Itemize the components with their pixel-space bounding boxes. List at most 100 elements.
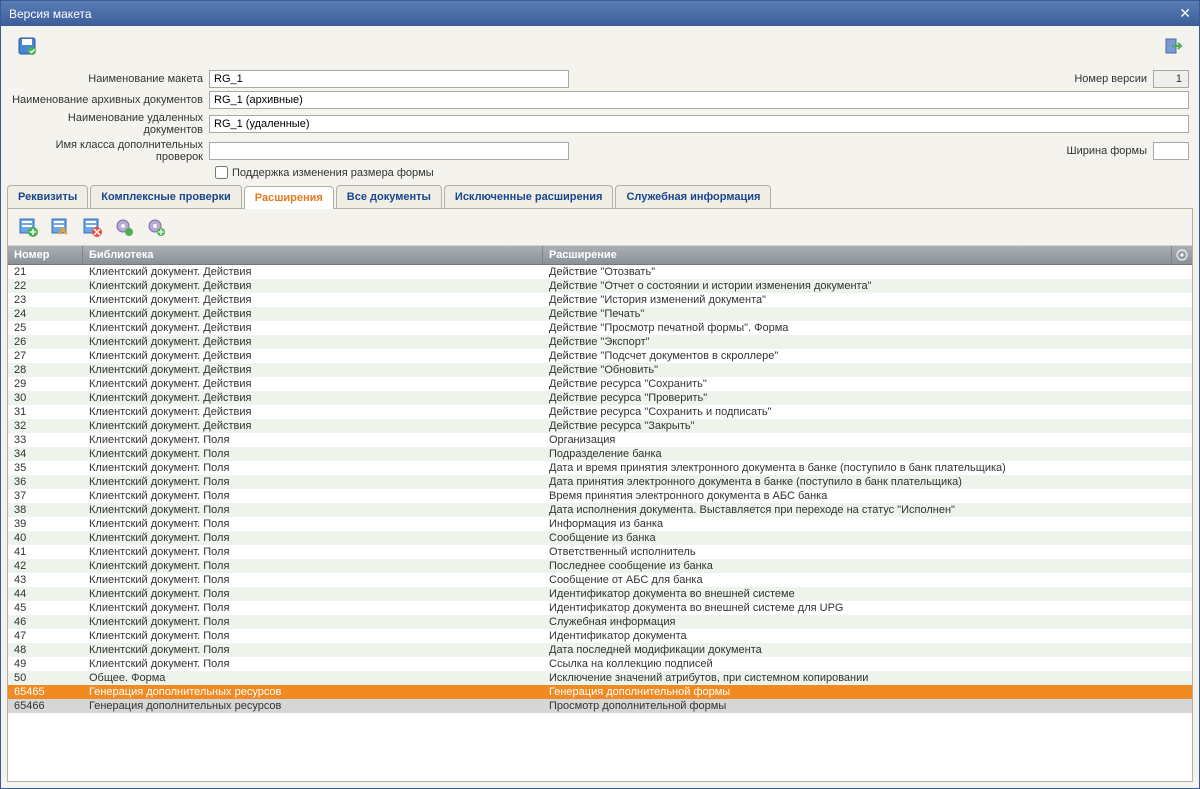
cell-lib: Клиентский документ. Поля xyxy=(83,517,543,531)
cell-ext: Дата и время принятия электронного докум… xyxy=(543,461,1192,475)
table-row[interactable]: 48Клиентский документ. ПоляДата последне… xyxy=(8,643,1192,657)
grid-edit-icon[interactable] xyxy=(48,215,72,239)
exit-icon[interactable] xyxy=(1161,34,1185,58)
table-row[interactable]: 39Клиентский документ. ПоляИнформация из… xyxy=(8,517,1192,531)
table-row[interactable]: 33Клиентский документ. ПоляОрганизация xyxy=(8,433,1192,447)
cell-num: 46 xyxy=(8,615,83,629)
cell-num: 47 xyxy=(8,629,83,643)
table-row[interactable]: 43Клиентский документ. ПоляСообщение от … xyxy=(8,573,1192,587)
table-row[interactable]: 47Клиентский документ. ПоляИдентификатор… xyxy=(8,629,1192,643)
cell-lib: Клиентский документ. Действия xyxy=(83,391,543,405)
table-row[interactable]: 50Общее. ФормаИсключение значений атрибу… xyxy=(8,671,1192,685)
table-row[interactable]: 22Клиентский документ. ДействияДействие … xyxy=(8,279,1192,293)
cell-lib: Клиентский документ. Поля xyxy=(83,573,543,587)
table-row[interactable]: 32Клиентский документ. ДействияДействие … xyxy=(8,419,1192,433)
label-version: Номер версии xyxy=(1074,73,1147,85)
table-row[interactable]: 30Клиентский документ. ДействияДействие … xyxy=(8,391,1192,405)
cell-ext: Ответственный исполнитель xyxy=(543,545,1192,559)
form-area: Наименование макета Номер версии 1 Наиме… xyxy=(1,66,1199,185)
cell-ext: Дата последней модификации документа xyxy=(543,643,1192,657)
table-row[interactable]: 38Клиентский документ. ПоляДата исполнен… xyxy=(8,503,1192,517)
cell-ext: Действие ресурса "Закрыть" xyxy=(543,419,1192,433)
table-row[interactable]: 49Клиентский документ. ПоляСсылка на кол… xyxy=(8,657,1192,671)
label-name: Наименование макета xyxy=(11,73,209,85)
cell-num: 31 xyxy=(8,405,83,419)
cell-ext: Время принятия электронного документа в … xyxy=(543,489,1192,503)
table-row[interactable]: 27Клиентский документ. ДействияДействие … xyxy=(8,349,1192,363)
table-row[interactable]: 45Клиентский документ. ПоляИдентификатор… xyxy=(8,601,1192,615)
grid-delete-icon[interactable] xyxy=(80,215,104,239)
save-icon[interactable] xyxy=(15,34,39,58)
cell-num: 33 xyxy=(8,433,83,447)
tab-extensions[interactable]: Расширения xyxy=(244,186,334,209)
table-row[interactable]: 40Клиентский документ. ПоляСообщение из … xyxy=(8,531,1192,545)
cell-num: 26 xyxy=(8,335,83,349)
table-row[interactable]: 65466Генерация дополнительных ресурсовПр… xyxy=(8,699,1192,713)
table-row[interactable]: 26Клиентский документ. ДействияДействие … xyxy=(8,335,1192,349)
table-row[interactable]: 46Клиентский документ. ПоляСлужебная инф… xyxy=(8,615,1192,629)
tab-excluded-ext[interactable]: Исключенные расширения xyxy=(444,185,614,208)
grid-toolbar xyxy=(8,209,1192,246)
cell-num: 40 xyxy=(8,531,83,545)
tab-service-info[interactable]: Служебная информация xyxy=(615,185,771,208)
width-input[interactable] xyxy=(1153,142,1189,160)
grid-gear2-icon[interactable] xyxy=(144,215,168,239)
cell-ext: Действие "Просмотр печатной формы". Форм… xyxy=(543,321,1192,335)
cell-lib: Клиентский документ. Поля xyxy=(83,461,543,475)
table-row[interactable]: 44Клиентский документ. ПоляИдентификатор… xyxy=(8,587,1192,601)
table-row[interactable]: 37Клиентский документ. ПоляВремя приняти… xyxy=(8,489,1192,503)
cell-lib: Клиентский документ. Поля xyxy=(83,601,543,615)
cell-ext: Действие "Экспорт" xyxy=(543,335,1192,349)
cell-lib: Клиентский документ. Поля xyxy=(83,433,543,447)
cell-num: 38 xyxy=(8,503,83,517)
cell-ext: Дата принятия электронного документа в б… xyxy=(543,475,1192,489)
grid-add-icon[interactable] xyxy=(16,215,40,239)
cell-lib: Генерация дополнительных ресурсов xyxy=(83,699,543,713)
archive-input[interactable] xyxy=(209,91,1189,109)
cell-ext: Исключение значений атрибутов, при систе… xyxy=(543,671,1192,685)
tab-all-docs[interactable]: Все документы xyxy=(336,185,442,208)
cell-num: 50 xyxy=(8,671,83,685)
table-row[interactable]: 31Клиентский документ. ДействияДействие … xyxy=(8,405,1192,419)
tab-complex-checks[interactable]: Комплексные проверки xyxy=(90,185,242,208)
table-row[interactable]: 23Клиентский документ. ДействияДействие … xyxy=(8,293,1192,307)
grid-gear1-icon[interactable] xyxy=(112,215,136,239)
cell-ext: Ссылка на коллекцию подписей xyxy=(543,657,1192,671)
table-row[interactable]: 21Клиентский документ. ДействияДействие … xyxy=(8,265,1192,279)
cell-ext: Действие "Отозвать" xyxy=(543,265,1192,279)
table-row[interactable]: 35Клиентский документ. ПоляДата и время … xyxy=(8,461,1192,475)
name-input[interactable] xyxy=(209,70,569,88)
cell-num: 42 xyxy=(8,559,83,573)
table-row[interactable]: 36Клиентский документ. ПоляДата принятия… xyxy=(8,475,1192,489)
cell-ext: Идентификатор документа xyxy=(543,629,1192,643)
table-row[interactable]: 29Клиентский документ. ДействияДействие … xyxy=(8,377,1192,391)
grid-body[interactable]: 21Клиентский документ. ДействияДействие … xyxy=(8,265,1192,781)
header-lib[interactable]: Библиотека xyxy=(83,246,543,264)
table-row[interactable]: 24Клиентский документ. ДействияДействие … xyxy=(8,307,1192,321)
table-row[interactable]: 42Клиентский документ. ПоляПоследнее соо… xyxy=(8,559,1192,573)
cell-ext: Действие "Подсчет документов в скроллере… xyxy=(543,349,1192,363)
close-icon[interactable]: ✕ xyxy=(1179,5,1191,22)
resize-checkbox[interactable] xyxy=(215,166,228,179)
header-gear-icon[interactable] xyxy=(1172,246,1192,264)
grid-header: Номер Библиотека Расширение xyxy=(8,246,1192,265)
titlebar: Версия макета ✕ xyxy=(1,1,1199,26)
cell-ext: Действие "Отчет о состоянии и истории из… xyxy=(543,279,1192,293)
table-row[interactable]: 34Клиентский документ. ПоляПодразделение… xyxy=(8,447,1192,461)
table-row[interactable]: 25Клиентский документ. ДействияДействие … xyxy=(8,321,1192,335)
header-ext[interactable]: Расширение xyxy=(543,246,1172,264)
cell-lib: Генерация дополнительных ресурсов xyxy=(83,685,543,699)
cell-num: 34 xyxy=(8,447,83,461)
table-row[interactable]: 65465Генерация дополнительных ресурсовГе… xyxy=(8,685,1192,699)
table-row[interactable]: 41Клиентский документ. ПоляОтветственный… xyxy=(8,545,1192,559)
cell-ext: Дата исполнения документа. Выставляется … xyxy=(543,503,1192,517)
cell-ext: Сообщение из банка xyxy=(543,531,1192,545)
deleted-input[interactable] xyxy=(209,115,1189,133)
cell-ext: Действие ресурса "Сохранить" xyxy=(543,377,1192,391)
header-num[interactable]: Номер xyxy=(8,246,83,264)
cell-lib: Клиентский документ. Поля xyxy=(83,657,543,671)
cell-lib: Клиентский документ. Действия xyxy=(83,265,543,279)
class-input[interactable] xyxy=(209,142,569,160)
table-row[interactable]: 28Клиентский документ. ДействияДействие … xyxy=(8,363,1192,377)
tab-requisites[interactable]: Реквизиты xyxy=(7,185,88,208)
